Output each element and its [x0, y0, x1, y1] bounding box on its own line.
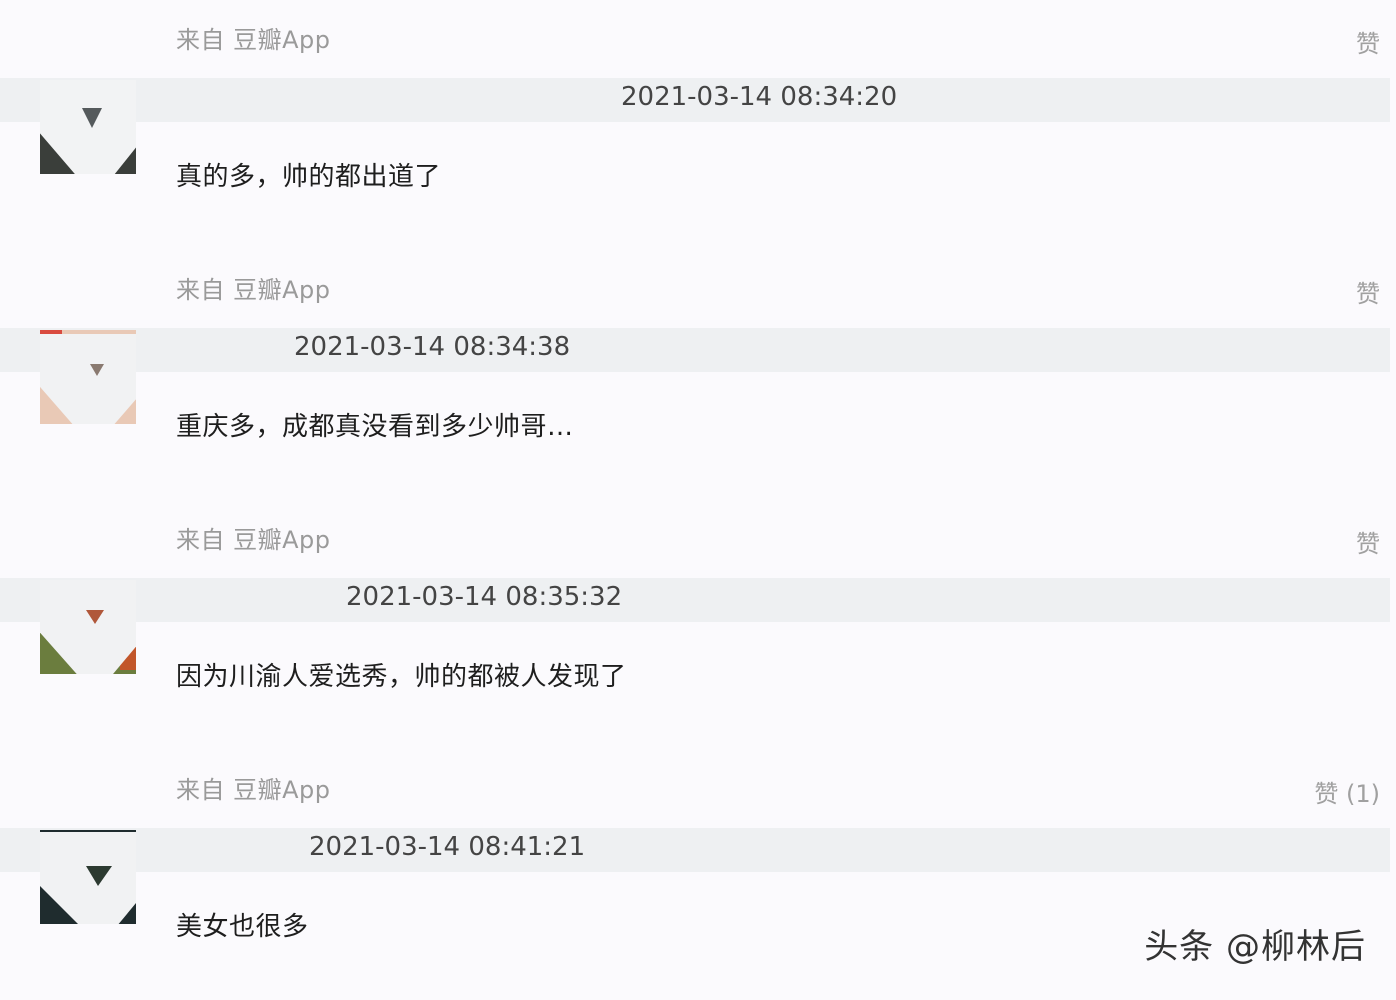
comment-timestamp: 2021-03-14 08:41:21 — [309, 832, 586, 862]
comment-text: 重庆多，成都真没看到多少帅哥… — [176, 412, 574, 442]
blur-mask-icon — [40, 580, 136, 674]
comment-text: 真的多，帅的都出道了 — [176, 162, 442, 192]
comment-text: 因为川渝人爱选秀，帅的都被人发现了 — [176, 662, 627, 692]
comment-timestamp: 2021-03-14 08:35:32 — [346, 582, 623, 612]
like-button[interactable]: 赞 (1) — [1314, 774, 1380, 809]
blur-mask-icon — [40, 80, 136, 174]
like-button[interactable]: 赞 — [1356, 24, 1380, 59]
comment-item: 来自 豆瓣App 赞 2021-03-14 08:34:20 真的多，帅的都出道… — [0, 0, 1396, 250]
comment-timestamp: 2021-03-14 08:34:20 — [621, 82, 898, 112]
comment-item: 来自 豆瓣App 赞 2021-03-14 08:35:32 因为川渝人爱选秀，… — [0, 500, 1396, 750]
avatar[interactable] — [40, 330, 136, 424]
blur-mask-icon — [40, 330, 136, 424]
comment-header-bar — [0, 328, 1390, 372]
comment-timestamp: 2021-03-14 08:34:38 — [294, 332, 571, 362]
avatar[interactable] — [40, 80, 136, 174]
comment-source: 来自 豆瓣App — [176, 26, 331, 54]
like-button[interactable]: 赞 — [1356, 524, 1380, 559]
watermark: 头条 @柳林后 — [1144, 927, 1366, 967]
comment-source: 来自 豆瓣App — [176, 776, 331, 804]
blur-mask-icon — [40, 832, 136, 924]
avatar[interactable] — [40, 830, 136, 924]
like-button[interactable]: 赞 — [1356, 274, 1380, 309]
comment-header-bar — [0, 578, 1390, 622]
avatar[interactable] — [40, 580, 136, 674]
comment-item: 来自 豆瓣App 赞 2021-03-14 08:34:38 重庆多，成都真没看… — [0, 250, 1396, 500]
comment-source: 来自 豆瓣App — [176, 526, 331, 554]
comment-text: 美女也很多 — [176, 912, 309, 942]
comment-header-bar — [0, 828, 1390, 872]
comment-source: 来自 豆瓣App — [176, 276, 331, 304]
